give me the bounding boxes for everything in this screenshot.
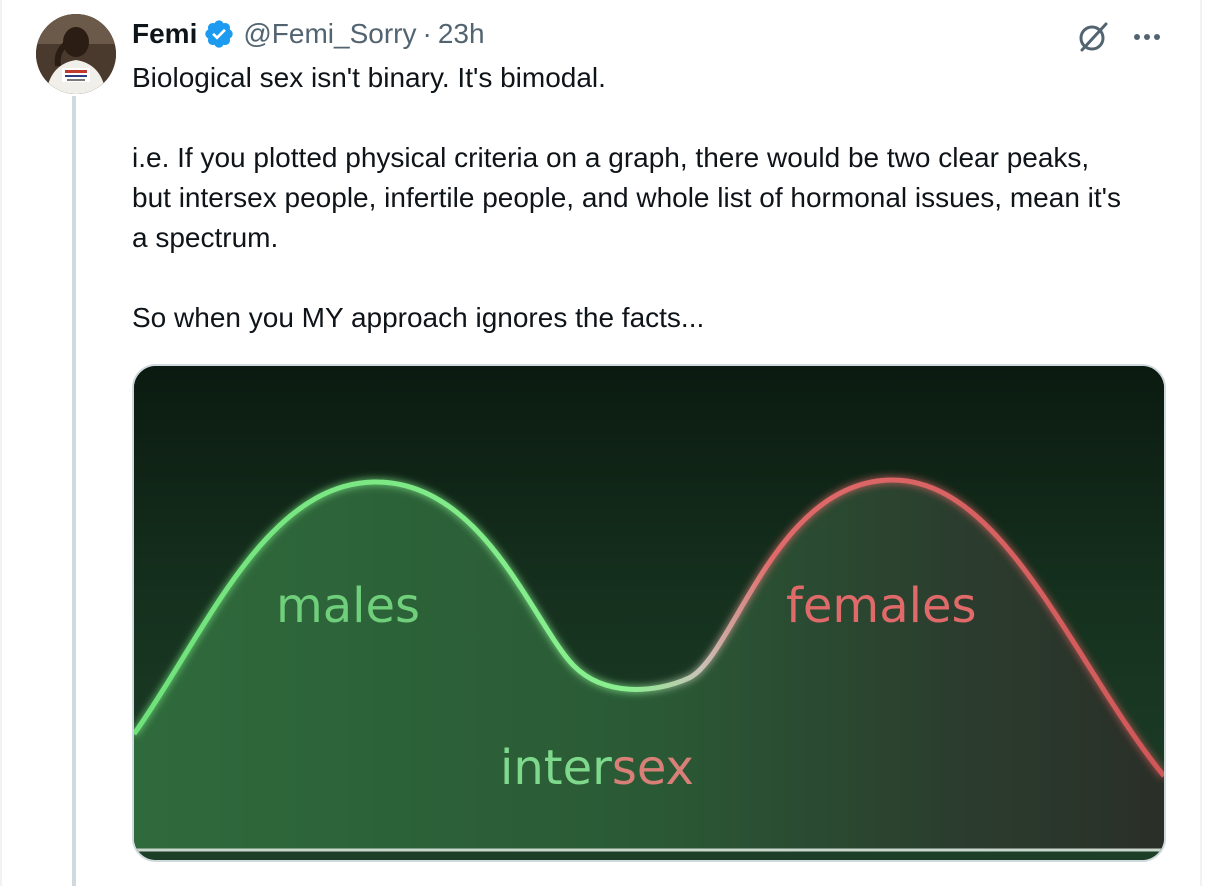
label-intersex-part-a: inter [500,740,612,796]
tweet-header: Femi @Femi_Sorry · 23h [132,14,485,54]
label-males: males [276,578,420,634]
tweet-page: Femi @Femi_Sorry · 23h Biological sex is… [0,0,1208,886]
header-separator: · [422,18,432,49]
tweet-text: Biological sex isn't binary. It's bimoda… [132,58,1132,338]
verified-badge-icon [203,18,235,50]
label-intersex-part-b: sex [612,740,694,796]
more-options-icon[interactable] [1130,22,1164,52]
author-handle[interactable]: @Femi_Sorry [243,14,416,54]
grok-icon[interactable] [1074,18,1112,56]
tweet-timestamp[interactable]: 23h [438,14,485,54]
avatar[interactable] [36,14,116,94]
thread-connector-line [72,96,76,886]
label-intersex: intersex [500,740,694,796]
timeline-border-right [1200,0,1202,886]
tweet-media-image[interactable]: males females intersex [132,364,1166,862]
bimodal-graphic: males females intersex [134,366,1164,860]
label-females: females [786,578,976,634]
tweet-paragraph-3: So when you MY approach ignores the fact… [132,302,705,333]
tweet-paragraph-2: i.e. If you plotted physical criteria on… [132,142,1122,253]
author-name[interactable]: Femi [132,14,197,54]
avatar-image [36,14,116,94]
timeline-border-left [0,0,2,886]
tweet-paragraph-1: Biological sex isn't binary. It's bimoda… [132,62,606,93]
